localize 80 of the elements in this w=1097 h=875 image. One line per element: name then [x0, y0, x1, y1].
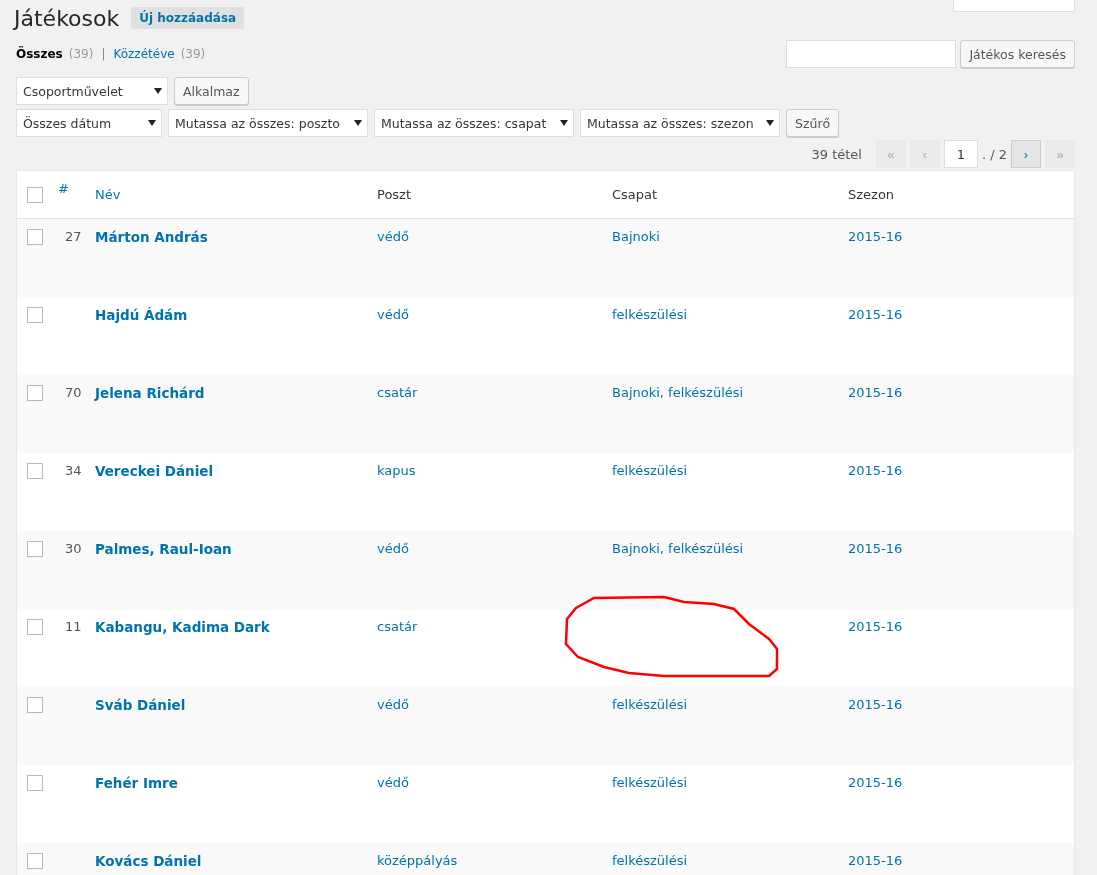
caret-icon [354, 120, 362, 126]
team-link[interactable]: Bajnoki, felkészülési [612, 385, 744, 400]
position-link[interactable]: csatár [377, 385, 418, 400]
view-separator: | [101, 47, 106, 61]
row-checkbox[interactable] [27, 697, 43, 713]
view-count: (39) [180, 47, 206, 61]
player-name-link[interactable]: Hajdú Ádám [95, 307, 188, 323]
caret-icon [154, 88, 162, 94]
filter-select[interactable]: Mutassa az összes: poszto [168, 109, 368, 137]
number-cell-text: 34 [64, 463, 82, 478]
season-link[interactable]: 2015-16 [848, 619, 903, 634]
position-link[interactable]: védő [377, 775, 409, 790]
player-name-link[interactable]: Sváb Dániel [95, 697, 186, 713]
row-checkbox[interactable] [27, 775, 43, 791]
position-link[interactable]: középpályás [377, 853, 458, 868]
column-header: Csapat [612, 187, 659, 202]
season-link[interactable]: 2015-16 [848, 697, 903, 712]
row-checkbox[interactable] [27, 463, 43, 479]
player-name-link[interactable]: Vereckei Dániel [95, 463, 214, 479]
team-link[interactable]: felkészülési [612, 775, 688, 790]
row-checkbox[interactable] [27, 541, 43, 557]
season-link[interactable]: 2015-16 [848, 385, 903, 400]
add-new-button[interactable]: Új hozzáadása [131, 7, 245, 29]
player-name-link[interactable]: Jelena Richárd [95, 385, 205, 401]
filter-select[interactable]: Összes dátum [16, 109, 162, 137]
season-link[interactable]: 2015-16 [848, 307, 903, 322]
page-total: . / 2 [981, 146, 1007, 162]
filter-select[interactable]: Mutassa az összes: szezon [580, 109, 780, 137]
player-name-link[interactable]: Palmes, Raul-Ioan [95, 541, 232, 557]
team-link[interactable]: felkészülési [612, 697, 688, 712]
view-link[interactable]: Összes [16, 47, 63, 61]
view-link[interactable]: Közzétéve [113, 47, 175, 61]
team-link[interactable]: Bajnoki, felkészülési [612, 541, 744, 556]
caret-icon [148, 120, 156, 126]
number-cell-text: 30 [64, 541, 82, 556]
column-header[interactable]: # [55, 181, 95, 196]
player-name-link[interactable]: Fehér Imre [95, 775, 178, 791]
player-name-link[interactable]: Márton András [95, 229, 208, 245]
number-cell-text: 70 [64, 385, 82, 400]
row-checkbox[interactable] [27, 307, 43, 323]
row-checkbox[interactable] [27, 229, 43, 245]
season-link[interactable]: 2015-16 [848, 853, 903, 868]
page-title: Játékosok [14, 5, 120, 31]
column-header: Szezon [848, 187, 896, 202]
position-link[interactable]: védő [377, 229, 409, 244]
bulk-action-select[interactable]: Csoportművelet [16, 77, 168, 105]
number-cell-text: 11 [64, 619, 82, 634]
season-link[interactable]: 2015-16 [848, 463, 903, 478]
row-checkbox[interactable] [27, 619, 43, 635]
item-count: 39 tétel [811, 146, 862, 162]
position-link[interactable]: védő [377, 697, 409, 712]
select-all-checkbox[interactable] [27, 186, 43, 203]
season-link[interactable]: 2015-16 [848, 541, 903, 556]
season-link[interactable]: 2015-16 [848, 229, 903, 244]
team-link[interactable]: Bajnoki [612, 229, 660, 244]
filter-select[interactable]: Mutassa az összes: csapat [374, 109, 574, 137]
column-header[interactable]: Név [95, 187, 377, 202]
search-field[interactable] [786, 40, 957, 68]
row-checkbox[interactable] [27, 385, 43, 401]
season-link[interactable]: 2015-16 [848, 775, 903, 790]
position-link[interactable]: kapus [377, 463, 416, 478]
filter-button[interactable]: Szűrő [786, 109, 840, 137]
position-link[interactable]: védő [377, 541, 409, 556]
caret-icon [766, 120, 774, 126]
position-link[interactable]: csatár [377, 619, 418, 634]
row-checkbox[interactable] [27, 853, 43, 869]
player-name-link[interactable]: Kabangu, Kadima Dark [95, 619, 270, 635]
number-cell-text: 27 [64, 229, 82, 244]
search-button[interactable]: Játékos keresés [960, 40, 1075, 68]
caret-icon [560, 120, 568, 126]
player-name-link[interactable]: Kovács Dániel [95, 853, 202, 869]
column-header: Poszt [377, 187, 413, 202]
team-link[interactable]: felkészülési [612, 463, 688, 478]
view-count: (39) [68, 47, 94, 61]
apply-button[interactable]: Alkalmaz [174, 77, 249, 105]
team-link[interactable]: felkészülési [612, 853, 688, 868]
position-link[interactable]: védő [377, 307, 409, 322]
page-field[interactable]: 1 [943, 140, 978, 168]
team-link[interactable]: felkészülési [612, 307, 688, 322]
next-page-button[interactable]: › [1011, 140, 1041, 168]
